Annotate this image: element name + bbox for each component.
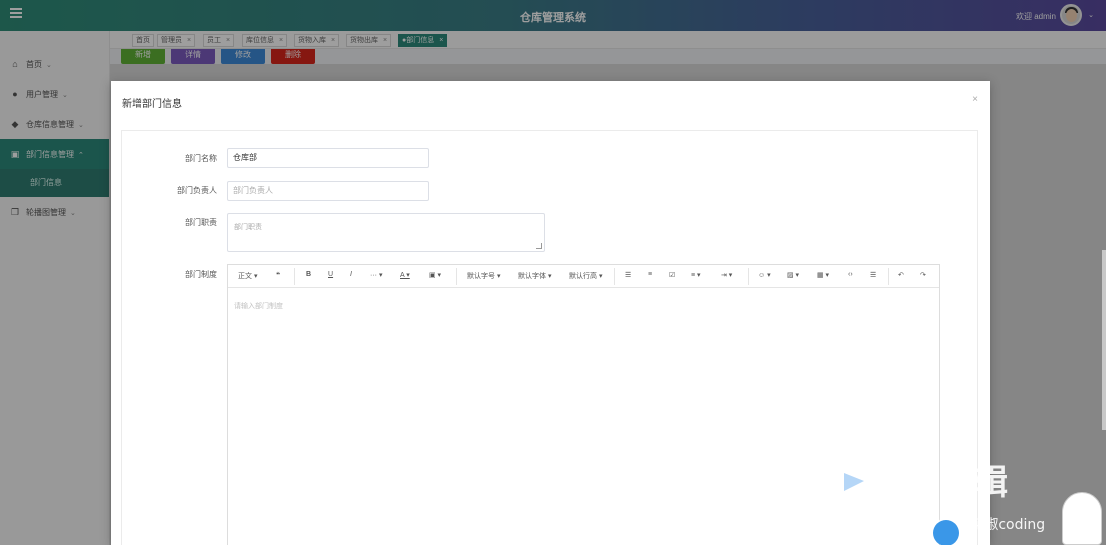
manager-label: 部门负责人 xyxy=(177,186,217,195)
emoji-icon[interactable]: ☺ ▾ xyxy=(758,271,771,279)
font-family-label: 默认字体 xyxy=(518,273,546,280)
video-editor-logo-icon xyxy=(838,465,874,495)
name-label: 部门名称 xyxy=(185,154,217,163)
resize-handle-icon[interactable] xyxy=(536,243,542,249)
duty-label: 部门职责 xyxy=(185,218,217,227)
quote-icon[interactable]: ❝ xyxy=(276,271,280,279)
line-height-select[interactable]: 默认行高 ▾ xyxy=(569,271,602,281)
background-color-icon[interactable]: ▣ ▾ xyxy=(429,271,441,279)
divider-line-icon[interactable]: ☰ xyxy=(870,271,876,279)
redo-icon[interactable]: ↷ xyxy=(920,271,926,279)
todo-icon[interactable]: ☑ xyxy=(669,271,675,279)
indent-icon[interactable]: ⇥ ▾ xyxy=(721,271,732,279)
font-size-select[interactable]: 默认字号 ▾ xyxy=(467,271,500,281)
align-icon[interactable]: ≡ ▾ xyxy=(691,271,701,279)
watermark-text: 剪辑 xyxy=(940,463,1008,503)
heading-select[interactable]: 正文 ▾ xyxy=(238,271,257,281)
toolbar-divider xyxy=(748,268,749,285)
toolbar-divider xyxy=(456,268,457,285)
line-height-label: 默认行高 xyxy=(569,273,597,280)
more-icon[interactable]: ··· ▾ xyxy=(370,271,382,279)
image-icon[interactable]: ▨ ▾ xyxy=(787,271,799,279)
department-duty-textarea[interactable]: 部门职责 xyxy=(227,213,545,252)
font-family-select[interactable]: 默认字体 ▾ xyxy=(518,271,551,281)
editor-toolbar: 正文 ▾ ❝ B U I ··· ▾ A ▾ ▣ ▾ 默认字号 ▾ 默认字体 ▾… xyxy=(228,265,939,288)
toolbar-divider xyxy=(294,268,295,285)
rich-text-editor: 正文 ▾ ❝ B U I ··· ▾ A ▾ ▣ ▾ 默认字号 ▾ 默认字体 ▾… xyxy=(227,264,940,545)
csdn-watermark: CSDN @花椒coding xyxy=(912,517,1046,533)
code-icon[interactable]: ‹› xyxy=(848,271,853,278)
underline-icon[interactable]: U xyxy=(328,271,333,278)
department-manager-input[interactable]: 部门负责人 xyxy=(227,181,429,201)
font-size-label: 默认字号 xyxy=(467,273,495,280)
floating-help-button[interactable] xyxy=(933,520,959,545)
numbered-list-icon[interactable]: ≡ xyxy=(648,271,652,278)
table-icon[interactable]: ▦ ▾ xyxy=(817,271,829,279)
heading-label: 正文 xyxy=(238,273,252,280)
mascot-image[interactable] xyxy=(1062,492,1102,545)
dialog-title: 新增部门信息 xyxy=(122,99,182,110)
bold-icon[interactable]: B xyxy=(306,271,311,278)
close-icon[interactable]: × xyxy=(972,94,978,105)
editor-placeholder: 请输入部门制度 xyxy=(234,303,283,310)
toolbar-divider xyxy=(888,268,889,285)
scrollbar[interactable] xyxy=(1102,250,1106,430)
duty-placeholder: 部门职责 xyxy=(234,224,262,231)
toolbar-divider xyxy=(614,268,615,285)
system-label: 部门制度 xyxy=(185,270,217,279)
font-color-icon[interactable]: A ▾ xyxy=(400,271,410,279)
department-name-input[interactable]: 仓库部 xyxy=(227,148,429,168)
undo-icon[interactable]: ↶ xyxy=(898,271,904,279)
italic-icon[interactable]: I xyxy=(350,271,352,278)
bullet-list-icon[interactable]: ☰ xyxy=(625,271,631,279)
